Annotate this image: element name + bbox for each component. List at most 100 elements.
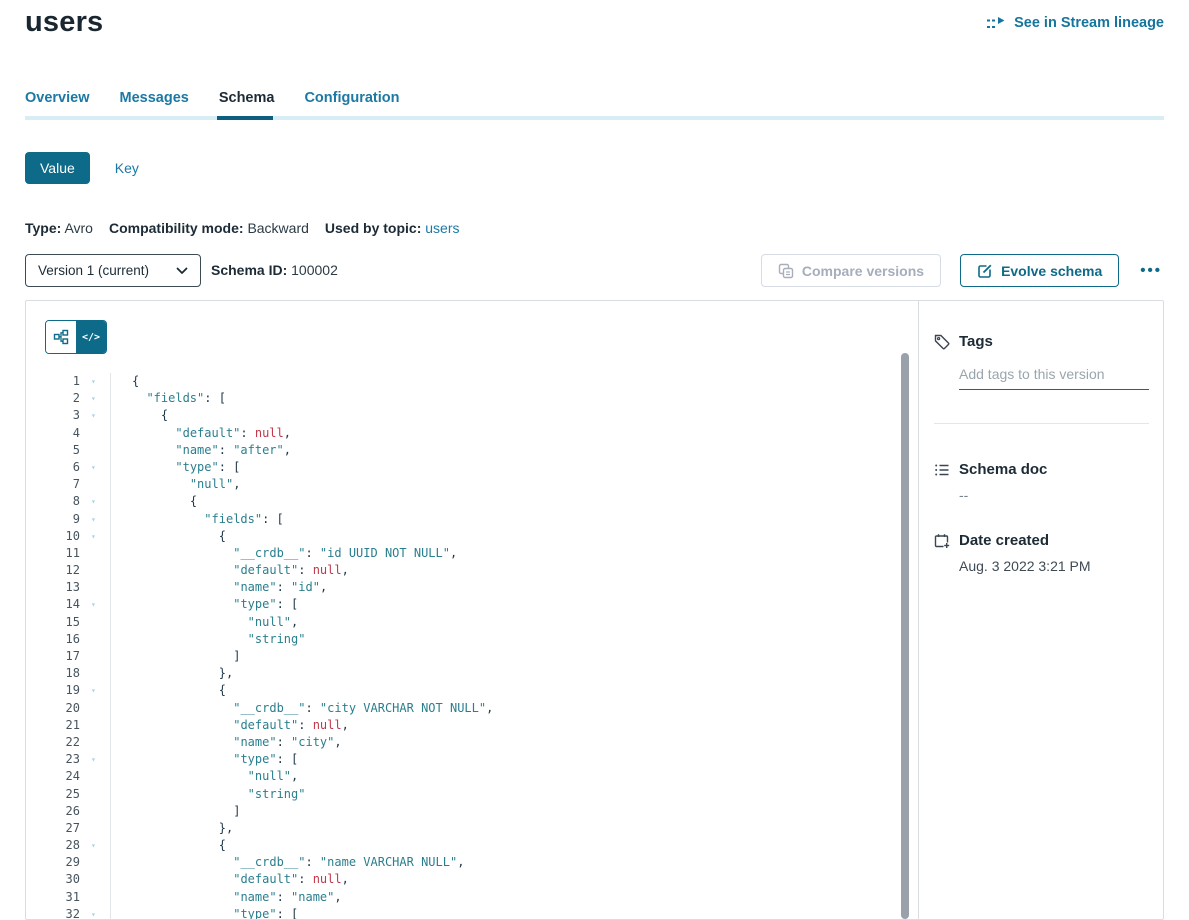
- code-view-icon: </>: [82, 332, 100, 343]
- code-line: 16"string": [26, 631, 918, 648]
- line-number: 22: [26, 734, 88, 751]
- fold-spacer: [88, 545, 110, 562]
- list-icon: [934, 462, 950, 478]
- evolve-schema-button[interactable]: Evolve schema: [960, 254, 1119, 287]
- fold-spacer: [88, 786, 110, 803]
- line-number: 21: [26, 717, 88, 734]
- code-line: 20 "__crdb__": "city VARCHAR NOT NULL",: [26, 700, 918, 717]
- code-line: 4"default": null,: [26, 425, 918, 442]
- line-number: 24: [26, 768, 88, 785]
- edit-icon: [977, 263, 993, 279]
- stream-lineage-link[interactable]: See in Stream lineage: [986, 15, 1164, 31]
- code-line: 6▾"type": [: [26, 459, 918, 476]
- code-line: 2▾"fields": [: [26, 390, 918, 407]
- schema-doc-heading-label: Schema doc: [959, 461, 1047, 478]
- line-number: 4: [26, 425, 88, 442]
- fold-toggle-icon[interactable]: ▾: [88, 682, 110, 699]
- schema-id-value: 100002: [291, 262, 338, 278]
- line-number: 10: [26, 528, 88, 545]
- line-number: 7: [26, 476, 88, 493]
- compatibility-field: Compatibility mode: Backward: [109, 220, 309, 236]
- fold-toggle-icon[interactable]: ▾: [88, 493, 110, 510]
- code-line: 1▾{: [26, 373, 918, 390]
- more-options-button[interactable]: •••: [1138, 262, 1164, 279]
- tags-heading-label: Tags: [959, 333, 993, 350]
- schema-doc-value: --: [959, 487, 1149, 503]
- tab-overview[interactable]: Overview: [25, 90, 90, 106]
- code-text: "null",: [110, 476, 240, 493]
- code-line: 32▾"type": [: [26, 906, 918, 919]
- compare-versions-label: Compare versions: [802, 263, 924, 279]
- code-text: "string": [110, 786, 305, 803]
- code-text: "type": [: [110, 751, 298, 768]
- editor-scrollbar[interactable]: [901, 353, 909, 919]
- fold-spacer: [88, 562, 110, 579]
- code-line: 18},: [26, 665, 918, 682]
- line-number: 6: [26, 459, 88, 476]
- code-text: {: [110, 837, 226, 854]
- code-line: 30"default": null,: [26, 871, 918, 888]
- topic-link[interactable]: users: [425, 220, 459, 236]
- code-text: "string": [110, 631, 305, 648]
- code-view-button[interactable]: </>: [76, 321, 106, 353]
- code-line: 21"default": null,: [26, 717, 918, 734]
- code-line: 28▾{: [26, 837, 918, 854]
- fold-toggle-icon[interactable]: ▾: [88, 596, 110, 613]
- code-line: 13"name": "id",: [26, 579, 918, 596]
- fold-spacer: [88, 871, 110, 888]
- code-text: "__crdb__": "city VARCHAR NOT NULL",: [110, 700, 493, 717]
- tab-configuration[interactable]: Configuration: [304, 90, 399, 106]
- line-number: 11: [26, 545, 88, 562]
- tree-view-button[interactable]: [46, 321, 76, 353]
- fold-spacer: [88, 665, 110, 682]
- code-text: {: [110, 407, 168, 424]
- code-editor-pane[interactable]: 1▾{2▾"fields": [3▾{4"default": null,5"na…: [26, 373, 918, 919]
- fold-toggle-icon[interactable]: ▾: [88, 751, 110, 768]
- fold-toggle-icon[interactable]: ▾: [88, 906, 110, 919]
- key-toggle-button[interactable]: Key: [115, 160, 139, 176]
- tab-active-indicator: [217, 116, 273, 120]
- code-text: {: [110, 493, 197, 510]
- fold-spacer: [88, 717, 110, 734]
- code-text: {: [110, 682, 226, 699]
- fold-spacer: [88, 734, 110, 751]
- line-number: 20: [26, 700, 88, 717]
- schema-editor: </> 1▾{2▾"fields": [3▾{4"default": null,…: [26, 301, 918, 919]
- fold-spacer: [88, 442, 110, 459]
- date-created-value: Aug. 3 2022 3:21 PM: [959, 558, 1149, 574]
- schema-details-sidebar: Tags Schema doc --: [918, 301, 1163, 919]
- schema-id-label: Schema ID:: [211, 262, 287, 278]
- line-number: 23: [26, 751, 88, 768]
- fold-toggle-icon[interactable]: ▾: [88, 407, 110, 424]
- code-text: },: [110, 665, 233, 682]
- code-line: 11"__crdb__": "id UUID NOT NULL",: [26, 545, 918, 562]
- tab-messages[interactable]: Messages: [120, 90, 189, 106]
- type-value: Avro: [64, 220, 93, 236]
- line-number: 28: [26, 837, 88, 854]
- code-text: {: [110, 373, 139, 390]
- schema-content-panel: </> 1▾{2▾"fields": [3▾{4"default": null,…: [25, 300, 1164, 920]
- version-bar: Version 1 (current) Schema ID: 100002 Co…: [25, 254, 1164, 288]
- code-line: 19▾{: [26, 682, 918, 699]
- code-text: ]: [110, 803, 240, 820]
- version-select[interactable]: Version 1 (current): [25, 254, 201, 287]
- fold-toggle-icon[interactable]: ▾: [88, 373, 110, 390]
- sidebar-divider: [934, 423, 1149, 424]
- fold-toggle-icon[interactable]: ▾: [88, 511, 110, 528]
- fold-toggle-icon[interactable]: ▾: [88, 837, 110, 854]
- value-toggle-button[interactable]: Value: [25, 152, 90, 184]
- fold-toggle-icon[interactable]: ▾: [88, 459, 110, 476]
- compatibility-value: Backward: [247, 220, 308, 236]
- fold-spacer: [88, 631, 110, 648]
- fold-toggle-icon[interactable]: ▾: [88, 528, 110, 545]
- fold-spacer: [88, 648, 110, 665]
- tab-schema[interactable]: Schema: [219, 90, 275, 106]
- used-by-topic-field: Used by topic: users: [325, 220, 460, 236]
- schema-doc-heading: Schema doc: [934, 461, 1149, 478]
- line-number: 17: [26, 648, 88, 665]
- compare-versions-button[interactable]: Compare versions: [761, 254, 941, 287]
- fold-toggle-icon[interactable]: ▾: [88, 390, 110, 407]
- fold-spacer: [88, 820, 110, 837]
- fold-spacer: [88, 889, 110, 906]
- add-tags-input[interactable]: [959, 364, 1149, 390]
